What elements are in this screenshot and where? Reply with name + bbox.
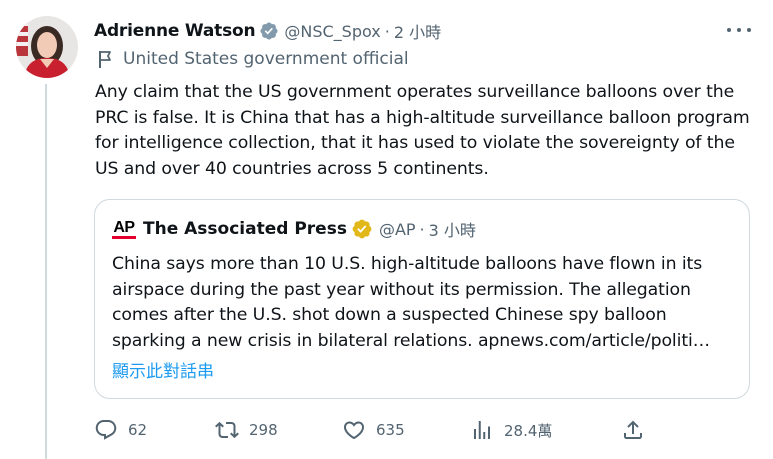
tweet[interactable]: Adrienne Watson @NSC_Spox · 2 小時 United … [0,0,773,459]
verified-badge-icon[interactable] [351,218,373,240]
more-icon[interactable] [727,20,751,40]
timestamp[interactable]: 2 小時 [394,19,441,43]
quote-timestamp[interactable]: 3 小時 [429,217,476,241]
views-icon [474,421,490,439]
share-button[interactable] [621,417,645,443]
like-button[interactable]: 635 [342,417,405,443]
reply-button[interactable]: 62 [94,417,147,443]
tweet-text: Any claim that the US government operate… [95,82,750,179]
retweet-button[interactable]: 298 [215,417,278,443]
quote-handle[interactable]: @AP [379,220,416,239]
quoted-tweet[interactable]: AP The Associated Press @AP · 3 小時 China… [94,199,750,399]
quote-text: China says more than 10 U.S. high-altitu… [112,254,710,351]
action-bar: 62 298 635 28.4萬 [94,417,654,443]
separator: · [419,219,425,239]
quote-display-name[interactable]: The Associated Press [143,219,347,239]
government-flag-icon [96,49,114,69]
avatar[interactable] [16,16,78,78]
affiliation-text: United States government official [123,49,409,69]
retweet-count: 298 [249,421,278,439]
thread-line [45,84,47,459]
like-count: 635 [376,421,405,439]
view-count: 28.4萬 [504,421,553,440]
share-icon [624,420,642,439]
handle[interactable]: @NSC_Spox [284,22,380,41]
separator: · [384,21,390,41]
views-button[interactable]: 28.4萬 [470,417,552,443]
show-thread-link[interactable]: 顯示此對話串 [112,357,214,382]
retweet-icon [215,421,239,439]
tweet-header: Adrienne Watson @NSC_Spox · 2 小時 [94,17,441,45]
verified-badge-icon[interactable] [259,21,279,41]
affiliation-label: United States government official [96,49,409,69]
heart-icon [343,421,365,440]
display-name[interactable]: Adrienne Watson [94,21,256,41]
ap-logo-avatar[interactable]: AP [112,217,136,241]
reply-count: 62 [128,421,148,439]
quote-header: AP The Associated Press @AP · 3 小時 [112,216,476,242]
reply-icon [95,420,117,440]
